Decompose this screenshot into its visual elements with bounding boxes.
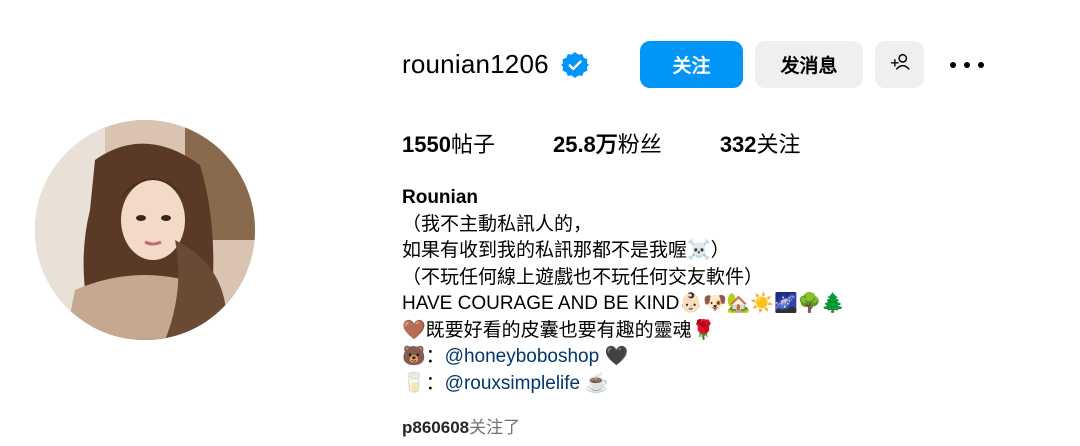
following-label: 关注 — [756, 132, 801, 157]
bio-line: 如果有收到我的私訊那都不是我喔☠️） — [402, 240, 730, 261]
heart-emoji: 🖤 — [604, 346, 629, 367]
more-options-icon[interactable] — [950, 50, 984, 80]
profile-header: rounian1206 — [402, 41, 589, 88]
following-number: 332 — [719, 132, 757, 157]
coffee-emoji: ☕️ — [585, 372, 610, 394]
followers-label: 粉丝 — [617, 132, 662, 157]
bio-line: （不玩任何線上遊戲也不玩任何交友軟件） — [402, 266, 764, 288]
life-account-link[interactable]: @rouxsimplelife — [445, 373, 580, 394]
profile-stats: 1550帖子 25.8万粉丝 332关注 — [402, 127, 859, 159]
shop-account-link[interactable]: @honeyboboshop — [445, 346, 600, 367]
bio-line: 🤎既要好看的皮囊也要有趣的靈魂🌹 — [402, 319, 716, 341]
posts-number: 1550 — [402, 132, 451, 157]
profile-bio: Rounian （我不主動私訊人的， 如果有收到我的私訊那都不是我喔☠️） （不… — [402, 185, 1002, 397]
life-prefix: 🥛： — [402, 372, 445, 394]
followers-number: 25.8万 — [552, 132, 618, 157]
avatar-photo — [35, 120, 255, 340]
profile-avatar[interactable] — [35, 120, 255, 340]
message-button[interactable]: 发消息 — [755, 41, 863, 88]
add-user-icon: + — [889, 51, 911, 79]
bio-shop-line: 🐻：@honeyboboshop 🖤 — [402, 344, 1002, 371]
followed-by[interactable]: p860608关注了 — [402, 413, 520, 438]
verified-badge-icon — [560, 51, 589, 79]
suggest-accounts-button[interactable]: + — [875, 41, 924, 88]
posts-count: 1550帖子 — [402, 127, 495, 159]
display-name: Rounian — [402, 187, 478, 208]
following-count[interactable]: 332关注 — [720, 127, 801, 159]
follow-button[interactable]: 关注 — [640, 41, 743, 88]
bio-life-line: 🥛：@rouxsimplelife ☕️ — [402, 371, 1002, 398]
bio-line: （我不主動私訊人的， — [402, 213, 593, 235]
username: rounian1206 — [402, 49, 549, 79]
bio-line: HAVE COURAGE AND BE KIND👶🏻🐶🏡☀️🌌🌳🌲 — [402, 293, 845, 314]
followed-by-text: 关注了 — [469, 418, 521, 437]
followed-by-user[interactable]: p860608 — [402, 418, 469, 437]
posts-label: 帖子 — [450, 132, 495, 157]
shop-prefix: 🐻： — [402, 346, 445, 367]
followers-count[interactable]: 25.8万粉丝 — [553, 127, 662, 159]
